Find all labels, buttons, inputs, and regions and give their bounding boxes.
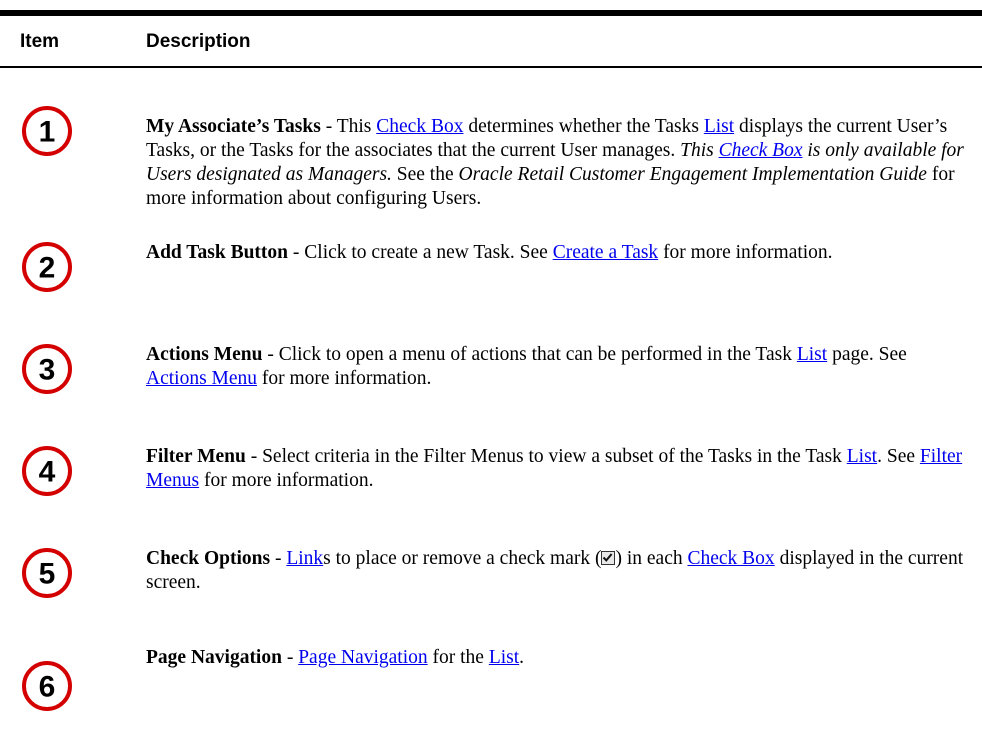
- create-a-task-link[interactable]: Create a Task: [553, 242, 658, 263]
- row-title: Check Options: [146, 548, 271, 569]
- text: for the: [427, 647, 489, 668]
- text: . See: [877, 446, 920, 467]
- checkbox-checked-icon: [601, 551, 616, 565]
- text: determines whether the Tasks: [463, 116, 704, 137]
- guide-title: Oracle Retail Customer Engagement Implem…: [458, 164, 927, 185]
- callout-6-icon: 6: [20, 659, 74, 713]
- row-description: Filter Menu - Select criteria in the Fil…: [146, 445, 968, 493]
- row-title: Filter Menu: [146, 446, 246, 467]
- row-title: My Associate’s Tasks: [146, 116, 321, 137]
- header-item: Item: [20, 31, 60, 52]
- italic-text: This: [680, 140, 719, 161]
- text: This: [336, 116, 377, 137]
- dash: -: [270, 548, 287, 569]
- check-box-link[interactable]: Check Box: [719, 140, 803, 161]
- row-description: Page Navigation - Page Navigation for th…: [146, 646, 968, 670]
- text: See the: [391, 164, 459, 185]
- text: for more information.: [658, 242, 833, 263]
- row-description: Check Options - Links to place or remove…: [146, 547, 968, 595]
- table-header: Item Description: [0, 16, 982, 66]
- list-link[interactable]: List: [797, 344, 827, 365]
- check-box-link[interactable]: Check Box: [687, 548, 774, 569]
- text: page. See: [827, 344, 907, 365]
- link-link[interactable]: Link: [286, 548, 323, 569]
- row-title: Actions Menu: [146, 344, 263, 365]
- callout-number: 1: [39, 116, 56, 149]
- row-description: Actions Menu - Click to open a menu of a…: [146, 343, 968, 391]
- dash: -: [281, 647, 299, 668]
- callout-number: 3: [39, 354, 56, 387]
- dash: -: [288, 242, 305, 263]
- text: for more information.: [257, 368, 432, 389]
- actions-menu-link[interactable]: Actions Menu: [146, 368, 257, 389]
- callout-1-icon: 1: [20, 104, 74, 158]
- header-rule: [0, 66, 982, 68]
- row-description: Add Task Button - Click to create a new …: [146, 241, 968, 265]
- text: s to place or remove a check mark (: [323, 548, 602, 569]
- row-title: Page Navigation: [146, 647, 282, 668]
- text: .: [519, 647, 525, 668]
- dash: -: [320, 116, 337, 137]
- row-title: Add Task Button: [146, 242, 289, 263]
- text: Click to create a new Task. See: [304, 242, 553, 263]
- list-link[interactable]: List: [847, 446, 877, 467]
- callout-number: 4: [39, 456, 56, 489]
- header-description: Description: [146, 31, 251, 52]
- list-link[interactable]: List: [704, 116, 734, 137]
- text: for more information.: [199, 470, 374, 491]
- dash: -: [245, 446, 263, 467]
- callout-3-icon: 3: [20, 342, 74, 396]
- callout-number: 6: [39, 671, 56, 704]
- callout-number: 2: [39, 252, 56, 285]
- text: Click to open a menu of actions that can…: [278, 344, 797, 365]
- text: ) in each: [615, 548, 688, 569]
- page-navigation-link[interactable]: Page Navigation: [298, 647, 427, 668]
- check-box-link[interactable]: Check Box: [376, 116, 463, 137]
- callout-4-icon: 4: [20, 444, 74, 498]
- text: Select criteria in the Filter Menus to v…: [262, 446, 847, 467]
- callout-number: 5: [39, 558, 56, 591]
- list-link[interactable]: List: [489, 647, 519, 668]
- dash: -: [262, 344, 279, 365]
- row-description: My Associate’s Tasks - This Check Box de…: [146, 115, 968, 211]
- callout-2-icon: 2: [20, 240, 74, 294]
- callout-5-icon: 5: [20, 546, 74, 600]
